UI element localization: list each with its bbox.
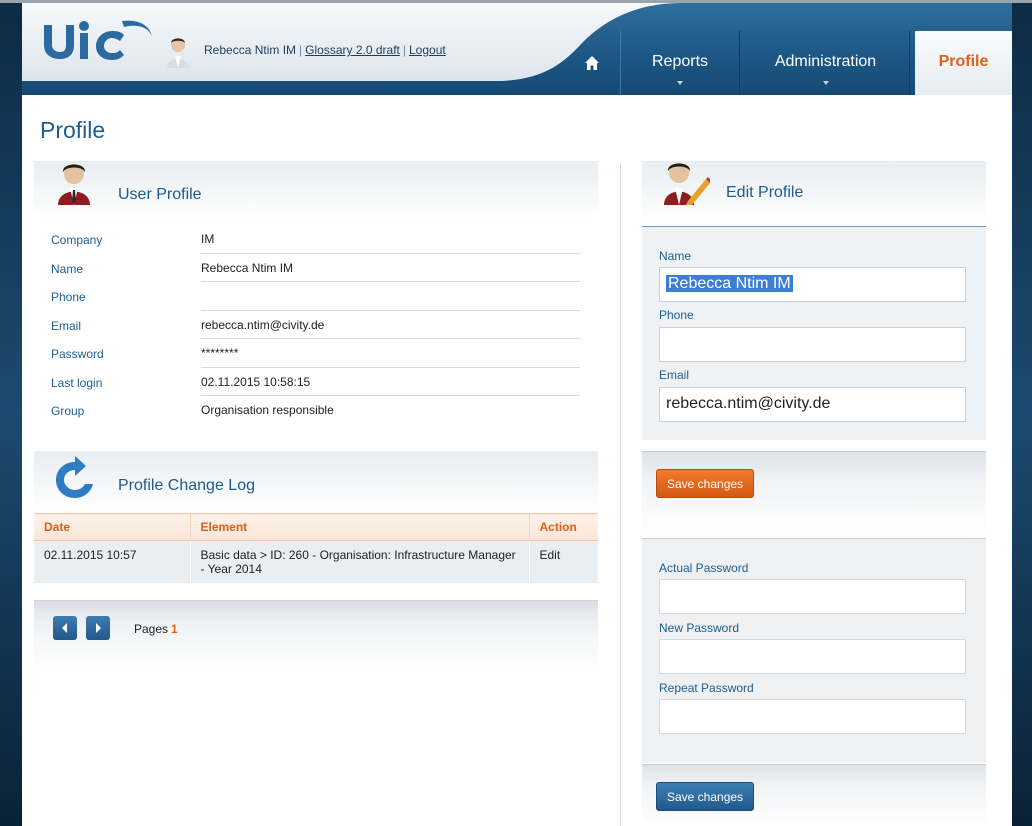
chevron-down-icon	[677, 81, 683, 85]
nav-profile-label: Profile	[938, 53, 989, 70]
change-password-form: Actual Password New Password Repeat Pass…	[642, 538, 986, 763]
edit-user-icon	[664, 163, 710, 205]
actual-password-label: Actual Password	[659, 561, 749, 575]
new-password-label: New Password	[659, 621, 740, 635]
field-label: Group	[51, 404, 85, 418]
profile-row-last-login: Last login 02.11.2015 10:58:15	[34, 368, 580, 396]
user-profile-title: User Profile	[118, 186, 202, 203]
repeat-password-field[interactable]	[659, 699, 966, 734]
field-label: Name	[51, 261, 84, 276]
home-icon	[585, 56, 599, 70]
field-value: Organisation responsible	[201, 403, 334, 417]
repeat-password-label: Repeat Password	[659, 681, 754, 695]
separator: |	[299, 43, 303, 57]
edit-profile-title: Edit Profile	[726, 184, 804, 201]
field-label: Last login	[51, 375, 103, 390]
glossary-link[interactable]: Glossary 2.0 draft	[305, 43, 400, 57]
phone-label: Phone	[659, 308, 694, 322]
phone-field[interactable]	[659, 327, 966, 362]
main-content: Profile User Profile Company IM Name Reb…	[22, 95, 1012, 826]
chevron-down-icon	[822, 81, 829, 85]
column-header-date[interactable]: Date	[34, 513, 190, 541]
next-page-button[interactable]	[86, 616, 110, 640]
field-value: 02.11.2015 10:58:15	[201, 374, 311, 389]
field-label: Company	[51, 233, 103, 247]
cell-action: Edit	[528, 540, 598, 583]
change-log-title: Profile Change Log	[118, 477, 255, 494]
nav-administration-label: Administration	[774, 53, 877, 70]
field-label: Password	[51, 347, 104, 361]
email-field[interactable]: rebecca.ntim@civity.de	[659, 387, 966, 422]
field-value: rebecca.ntim@civity.de	[201, 317, 325, 332]
separator: |	[402, 43, 406, 57]
actual-password-field[interactable]	[659, 579, 966, 614]
app-window: Rebecca Ntim IM | Glossary 2.0 draft | Logou…	[0, 0, 1032, 826]
profile-row-company: Company IM	[34, 225, 580, 254]
table-row[interactable]: 02.11.2015 10:57 Basic data > ID: 260 - …	[34, 540, 598, 583]
profile-row-group: Group Organisation responsible	[34, 396, 580, 425]
refresh-icon	[56, 456, 93, 498]
column-header-action[interactable]: Action	[528, 513, 598, 541]
nav-reports[interactable]: Reports	[620, 31, 740, 95]
table-header-row: Date Element Action	[34, 513, 598, 541]
change-password-actions: Save changes	[642, 764, 986, 826]
user-info-line: Rebecca Ntim IM | Glossary 2.0 draft | Logou…	[204, 43, 446, 57]
user-profile-icon	[58, 164, 90, 205]
user-profile-header: User Profile	[34, 161, 598, 219]
user-avatar-icon	[165, 36, 191, 68]
cell-date: 02.11.2015 10:57	[34, 540, 190, 583]
profile-row-email: Email rebecca.ntim@civity.de	[34, 311, 580, 339]
edit-profile-actions: Save changes	[642, 451, 986, 536]
nav-administration[interactable]: Administration	[742, 31, 910, 95]
chevron-left-icon	[62, 623, 67, 633]
name-field[interactable]: Rebecca Ntim IM	[659, 267, 966, 302]
nav-profile[interactable]: Profile	[915, 31, 1012, 95]
field-value: ********	[201, 346, 239, 360]
header: Rebecca Ntim IM | Glossary 2.0 draft | Logou…	[22, 3, 1012, 95]
profile-row-phone: Phone	[34, 282, 580, 311]
pages-label: Pages	[134, 622, 169, 636]
nav-reports-label: Reports	[651, 53, 709, 70]
field-label: Email	[51, 318, 82, 333]
column-header-element[interactable]: Element	[189, 513, 529, 541]
change-log-table: Date Element Action 02.11.2015 10:57 Bas…	[34, 513, 598, 583]
chevron-right-icon	[96, 623, 101, 633]
column-divider	[620, 163, 621, 826]
prev-page-button[interactable]	[53, 616, 77, 640]
pagination: Pages 1	[34, 600, 598, 670]
logout-link[interactable]: Logout	[409, 43, 446, 57]
name-label: Name	[659, 249, 692, 263]
profile-row-password: Password ********	[34, 339, 580, 368]
save-password-button[interactable]: Save changes	[656, 782, 755, 811]
pages-indicator: Pages 1	[134, 622, 178, 636]
change-log-header: Profile Change Log	[34, 451, 598, 513]
edit-profile-form: Name Rebecca Ntim IM Phone Email rebecca…	[642, 226, 986, 440]
edit-profile-header: Edit Profile	[642, 161, 986, 225]
save-profile-button[interactable]: Save changes	[656, 469, 755, 498]
user-name: Rebecca Ntim IM	[204, 43, 297, 57]
cell-element: Basic data > ID: 260 - Organisation: Inf…	[189, 540, 529, 583]
field-label: Phone	[51, 290, 86, 304]
new-password-field[interactable]	[659, 639, 966, 674]
page-title: Profile	[40, 117, 106, 143]
name-field-value: Rebecca Ntim IM	[666, 275, 793, 292]
field-value: IM	[201, 232, 215, 246]
email-label: Email	[659, 368, 690, 382]
uic-logo[interactable]	[38, 15, 156, 63]
user-profile-fields: Company IM Name Rebecca Ntim IM Phone Em…	[34, 225, 580, 425]
field-value: Rebecca Ntim IM	[201, 260, 294, 275]
nav-home[interactable]	[578, 49, 606, 77]
profile-row-name: Name Rebecca Ntim IM	[34, 254, 580, 282]
current-page[interactable]: 1	[171, 622, 178, 636]
